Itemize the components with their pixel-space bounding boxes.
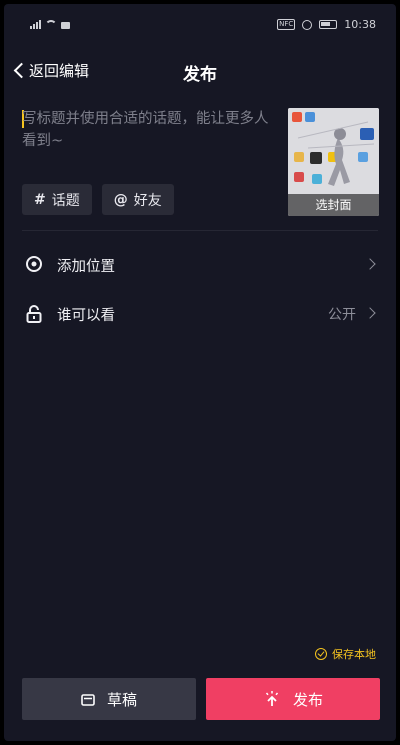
upload-sparkle-icon (265, 691, 279, 706)
topic-chip[interactable]: # 话题 (22, 184, 92, 215)
alarm-icon (302, 19, 313, 30)
at-icon: @ (113, 191, 128, 208)
chevron-right-icon (364, 307, 376, 319)
select-cover-label: 选封面 (288, 194, 379, 216)
back-button-label: 返回编辑 (29, 62, 90, 80)
add-location-row[interactable]: 添加位置 (4, 240, 396, 290)
mention-chip[interactable]: @ 好友 (101, 184, 174, 215)
nfc-icon: NFC (277, 19, 296, 30)
battery-icon (319, 20, 338, 29)
save-local-toggle[interactable]: 保存本地 (315, 646, 376, 662)
chevron-left-icon (13, 62, 30, 79)
save-local-label: 保存本地 (332, 648, 376, 661)
draft-box-icon (81, 693, 95, 706)
draft-button-label: 草稿 (106, 690, 137, 709)
status-left (30, 20, 70, 29)
draft-button[interactable]: 草稿 (22, 678, 196, 720)
divider (22, 230, 378, 231)
mention-chip-label: 好友 (133, 192, 162, 209)
privacy-row[interactable]: 谁可以看 公开 (4, 289, 396, 339)
cover-thumbnail[interactable]: 选封面 (288, 108, 379, 216)
tag-chips: # 话题 @ 好友 (22, 184, 174, 215)
status-bar: NFC 10:38 (4, 4, 396, 48)
check-circle-icon (315, 648, 327, 660)
caption-input[interactable]: 写标题并使用合适的话题，能让更多人看到~ (22, 108, 272, 152)
unlock-icon (26, 305, 42, 323)
privacy-value: 公开 (328, 307, 356, 323)
publish-button[interactable]: 发布 (206, 678, 380, 720)
location-pin-icon (26, 256, 42, 272)
hashtag-icon: # (34, 191, 46, 208)
back-button[interactable]: 返回编辑 (12, 60, 89, 81)
add-location-label: 添加位置 (57, 259, 115, 275)
status-time: 10:38 (344, 18, 376, 31)
notification-icon (61, 22, 70, 29)
chevron-right-icon (364, 258, 376, 270)
topic-chip-label: 话题 (51, 192, 80, 209)
wifi-icon (45, 20, 57, 29)
publish-screen: NFC 10:38 发布 返回编辑 写标题并使用合适的话题，能让更多人看到~ 选… (4, 4, 396, 741)
status-right: NFC 10:38 (277, 18, 376, 31)
signal-icon (30, 20, 41, 29)
header: 发布 返回编辑 (4, 54, 396, 90)
privacy-label: 谁可以看 (57, 308, 115, 324)
publish-button-label: 发布 (292, 690, 323, 709)
